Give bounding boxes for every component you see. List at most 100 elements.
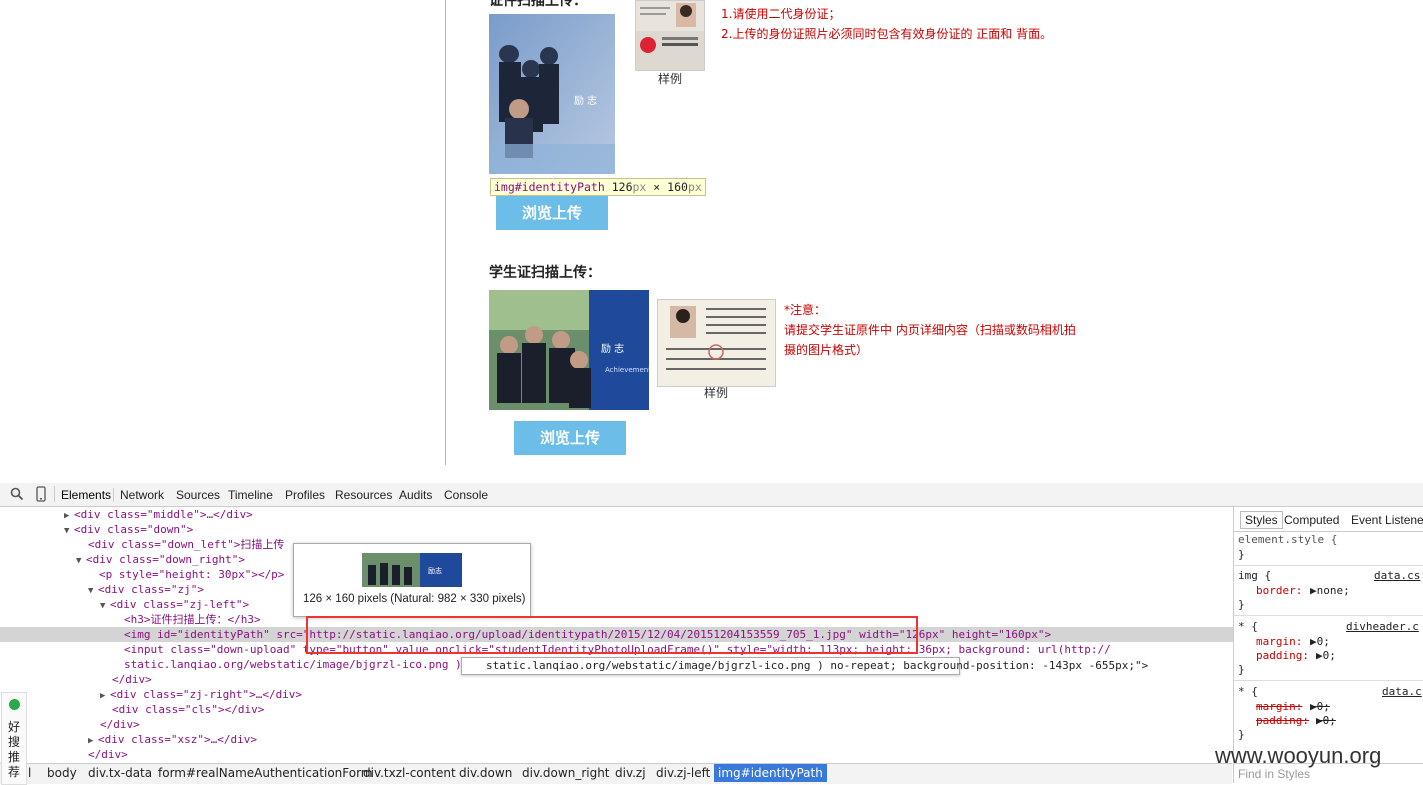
rule-sep [1234, 680, 1423, 681]
id-section-title: 证件扫描上传： [489, 0, 587, 9]
student-note-1: *注意： [784, 303, 827, 317]
tab-network[interactable]: Network [120, 488, 164, 502]
rule-close: } [1238, 598, 1245, 611]
tab-styles-label: Styles [1245, 513, 1278, 527]
page-divider-line [445, 0, 446, 465]
dom-row[interactable]: ▼ <div class="zj-left"> [0, 597, 1332, 612]
rule-star-source[interactable]: divheader.c [1346, 620, 1419, 633]
id-card-sample-image [635, 0, 705, 71]
rule-star-val2: ▶0; [1316, 649, 1336, 662]
image-preview-popup: 励志 126 × 160 pixels (Natural: 982 × 330 … [293, 543, 531, 617]
rule-close: } [1238, 548, 1245, 561]
tab-profiles[interactable]: Profiles [285, 488, 325, 502]
rule-star-val2-text: 0; [1322, 649, 1336, 662]
widget-char: 搜 [8, 735, 21, 749]
dom-row[interactable]: <p style="height: 30px"></p> [0, 567, 1331, 582]
svg-text:励 志: 励 志 [574, 94, 597, 107]
dom-row-text: </div> [88, 748, 128, 761]
crumb-div-down[interactable]: div.down [459, 766, 512, 780]
rule-star-prop2: padding: [1256, 649, 1309, 662]
rule-star2-val2-text: 0; [1322, 714, 1336, 727]
tab-timeline[interactable]: Timeline [228, 488, 273, 502]
tooltip-unit-2: px [687, 180, 702, 194]
tab-styles[interactable]: Styles [1240, 511, 1283, 529]
rule-star2-val1: ▶0; [1310, 700, 1330, 713]
tab-sources[interactable]: Sources [176, 488, 220, 502]
rule-sep [1234, 615, 1423, 616]
rule-star-prop1: margin: [1256, 635, 1303, 648]
student-upload-button[interactable]: 浏览上传 [514, 421, 626, 455]
dom-row-text: <h3>证件扫描上传：</h3> [124, 613, 261, 626]
tab-computed[interactable]: Computed [1284, 513, 1339, 527]
dom-row-text: <div class="down_right"> [86, 553, 245, 566]
id-note-1: 1.请使用二代身份证； [721, 7, 841, 21]
dom-row-text: <p style="height: 30px"></p> [99, 568, 285, 581]
dom-row[interactable]: </div> [0, 717, 1332, 732]
find-in-styles-input[interactable]: Find in Styles [1238, 767, 1310, 781]
id-upload-button[interactable]: 浏览上传 [496, 196, 608, 230]
rule-star-val1: ▶0; [1310, 635, 1330, 648]
tab-console[interactable]: Console [444, 488, 488, 502]
dom-row-text: <div class="zj-right">…</div> [110, 688, 303, 701]
dom-row[interactable]: <div class="cls"></div> [0, 702, 1344, 717]
tooltip-unit: px [632, 180, 647, 194]
id-sample-caption: 样例 [657, 72, 682, 86]
crumb-body[interactable]: body [47, 766, 77, 780]
rule-star2-prop2: padding: [1256, 714, 1309, 727]
id-note-2: 2.上传的身份证照片必须同时包含有效身份证的 正面和 背面。 [721, 27, 1053, 41]
dom-row[interactable]: ▶ <div class="xsz">…</div> [0, 732, 1320, 747]
watermark: www.wooyun.org [1215, 743, 1382, 768]
student-card-sample-image [657, 299, 776, 387]
dom-row-text: <div class="cls"></div> [112, 703, 265, 716]
svg-text:Achievement: Achievement [605, 366, 649, 374]
tooltip-times: × [653, 180, 661, 194]
rule-star-selector: * { [1238, 620, 1258, 633]
rule-img-source[interactable]: data.cs [1374, 569, 1420, 582]
crumb-div-tx-data[interactable]: div.tx-data [88, 766, 152, 780]
crumb-html[interactable]: l [28, 766, 31, 780]
widget-char: 好 [8, 720, 21, 734]
styles-pane: Styles Computed Event Listener element.s… [1233, 507, 1423, 784]
rule-img-val-text: none; [1316, 584, 1350, 597]
dom-row[interactable]: ▶ <div class="zj-right">…</div> [0, 687, 1332, 702]
crumb-form[interactable]: form#realNameAuthenticationForm [158, 766, 373, 780]
dom-row[interactable]: <div class="down_left">扫描上传 [0, 537, 1320, 552]
rule-img-prop: border: [1256, 584, 1303, 597]
dom-row[interactable]: ▼ <div class="down_right"> [0, 552, 1308, 567]
student-note-3: 摄的图片格式） [784, 343, 869, 357]
dom-row-text: </div> [112, 673, 152, 686]
dom-row-text: <div class="down_left">扫描上传 [88, 538, 285, 551]
crumb-div-zj[interactable]: div.zj [615, 766, 646, 780]
dom-row[interactable]: ▼ <div class="down"> [0, 522, 1296, 537]
crumb-div-txzl-content[interactable]: div.txzl-content [363, 766, 456, 780]
toolbar-divider [54, 486, 55, 502]
tab-event-listeners[interactable]: Event Listener [1351, 513, 1423, 527]
dom-row[interactable]: ▶ <div class="middle">…</div> [0, 507, 1296, 522]
rule-close: } [1238, 663, 1245, 676]
widget-char: 荐 [8, 765, 21, 779]
recommend-side-widget[interactable]: 好 搜 推 荐 [1, 692, 27, 785]
tooltip-width: 126 [611, 180, 633, 194]
svg-text:励 志: 励 志 [601, 342, 624, 355]
tab-elements[interactable]: Elements [61, 488, 111, 502]
crumb-img-identitypath[interactable]: img#identityPath [714, 764, 827, 782]
rule-star2-prop1: margin: [1256, 700, 1303, 713]
device-mode-icon[interactable] [36, 486, 46, 502]
tab-resources[interactable]: Resources [335, 488, 392, 502]
dom-row[interactable]: ▼ <div class="zj"> [0, 582, 1320, 597]
inspect-element-tooltip: img#identityPath 126px × 160px [490, 178, 706, 196]
rule-close: } [1238, 728, 1245, 741]
dom-row-text: </div> [100, 718, 140, 731]
crumb-div-down-right[interactable]: div.down_right [522, 766, 610, 780]
svg-text:励志: 励志 [428, 566, 442, 575]
rule-star2-source[interactable]: data.c [1382, 685, 1422, 698]
image-preview-thumbnail: 励志 [362, 553, 462, 587]
widget-char: 推 [8, 750, 21, 764]
tab-audits[interactable]: Audits [399, 488, 432, 502]
tooltip-tag: img#identityPath [494, 180, 605, 194]
search-icon[interactable] [10, 487, 24, 501]
crumb-div-zj-left[interactable]: div.zj-left [656, 766, 710, 780]
student-note-2: 请提交学生证原件中 内页详细内容（扫描或数码相机拍 [784, 323, 1076, 337]
dom-row[interactable]: </div> [0, 747, 1320, 762]
rule-star2-val2: ▶0; [1316, 714, 1336, 727]
